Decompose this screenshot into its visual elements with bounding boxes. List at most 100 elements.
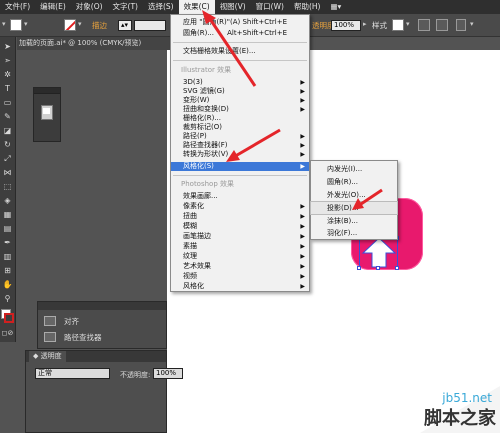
eraser-tool-icon[interactable]: ◪ — [2, 125, 13, 136]
submenu-arrow-icon: ▶ — [300, 263, 305, 270]
selection-tool-icon[interactable]: ➤ — [2, 41, 13, 52]
rectangle-tool-icon[interactable]: ▭ — [2, 97, 13, 108]
panel-thumbnail-inner — [43, 108, 50, 114]
gradient-tool-icon[interactable]: ▤ — [2, 223, 13, 234]
menu-item-sketch[interactable]: 素描 ▶ — [171, 242, 309, 251]
submenu-arrow-icon: ▶ — [300, 79, 305, 86]
menu-item-blur[interactable]: 模糊 ▶ — [171, 222, 309, 231]
graph-tool-icon[interactable]: ▥ — [2, 251, 13, 262]
opacity-field[interactable]: 100% — [331, 20, 361, 31]
selection-edge-right — [397, 238, 398, 268]
pencil-tool-icon[interactable]: ✎ — [2, 111, 13, 122]
type-tool-icon[interactable]: T — [2, 83, 13, 94]
dock-item-align[interactable]: 对齐 — [44, 314, 79, 328]
more-options-icon[interactable]: ▾ — [470, 20, 474, 34]
workspace-switcher-icon[interactable]: ▦▾ — [325, 0, 346, 14]
eyedropper-tool-icon[interactable]: ✒ — [2, 237, 13, 248]
submenu-arrow-icon: ▶ — [300, 142, 305, 149]
style-swatch[interactable] — [392, 19, 404, 31]
menu-item-distort-transform[interactable]: 扭曲和变换(D) ▶ — [171, 105, 309, 114]
mesh-tool-icon[interactable]: ▦ — [2, 209, 13, 220]
free-transform-tool-icon[interactable]: ⬚ — [2, 181, 13, 192]
submenu-item-feather[interactable]: 羽化(F)... — [311, 227, 397, 239]
style-dropdown-icon[interactable]: ▾ — [406, 20, 410, 34]
menu-item-label: 纹理 — [183, 252, 197, 260]
zoom-tool-icon[interactable]: ⚲ — [2, 293, 13, 304]
menu-item-pixelate[interactable]: 像素化 ▶ — [171, 202, 309, 211]
selection-handle-bottom[interactable] — [376, 266, 380, 270]
menu-edit[interactable]: 编辑(E) — [35, 0, 71, 14]
stroke-swatch[interactable] — [64, 19, 76, 31]
menu-separator — [173, 175, 307, 176]
tab-transparency-label: 透明度 — [40, 352, 62, 360]
menu-item-label: 艺术效果 — [183, 262, 211, 270]
dock-item-label: 对齐 — [64, 316, 79, 326]
stroke-color-icon[interactable] — [4, 313, 14, 323]
menu-item-texture[interactable]: 纹理 ▶ — [171, 252, 309, 261]
tab-transparency[interactable]: ◆ 透明度 — [29, 351, 66, 362]
floating-panel-header[interactable] — [34, 88, 60, 94]
document-setup-icon[interactable] — [418, 19, 430, 31]
menu-item-label: 效果画廊... — [183, 192, 218, 200]
selection-handle-bl[interactable] — [357, 266, 361, 270]
menu-item-label: 扭曲 — [183, 212, 197, 220]
menu-item-label: 转换为形状(V) — [183, 150, 229, 158]
stroke-weight-dropdown[interactable] — [134, 20, 166, 31]
menu-item-brush-strokes[interactable]: 画笔描边 ▶ — [171, 232, 309, 241]
color-mode-icon[interactable]: ◻⊘ — [2, 327, 14, 338]
shape-builder-tool-icon[interactable]: ◈ — [2, 195, 13, 206]
arrow-up-icon — [361, 237, 397, 268]
submenu-arrow-icon: ▶ — [300, 151, 305, 158]
submenu-arrow-icon: ▶ — [300, 106, 305, 113]
opacity-label: 不透明度: — [120, 371, 151, 379]
menu-item-effect-gallery[interactable]: 效果画廊... — [171, 192, 309, 201]
menu-object[interactable]: 对象(O) — [71, 0, 108, 14]
opacity-input[interactable]: 100% — [153, 368, 183, 379]
menu-select[interactable]: 选择(S) — [143, 0, 179, 14]
width-tool-icon[interactable]: ⋈ — [2, 167, 13, 178]
align-icon[interactable] — [456, 19, 466, 31]
hand-tool-icon[interactable]: ✋ — [2, 279, 13, 290]
preferences-icon[interactable] — [436, 19, 448, 31]
fill-swatch[interactable] — [10, 19, 22, 31]
align-panel-icon — [44, 316, 56, 326]
watermark-name: 脚本之家 — [424, 408, 496, 429]
menu-item-label: 栅格化(R)... — [183, 114, 222, 122]
watermark-site: jb51.net — [442, 391, 492, 405]
menu-file[interactable]: 文件(F) — [0, 0, 35, 14]
menu-item-warp[interactable]: 变形(W) ▶ — [171, 96, 309, 105]
menu-item-label: 风格化 — [183, 282, 204, 290]
menu-item-artistic[interactable]: 艺术效果 ▶ — [171, 262, 309, 271]
blend-mode-select[interactable]: 正常 — [35, 368, 110, 379]
annotation-arrow-to-stylize — [226, 128, 281, 162]
selection-handle-br[interactable] — [395, 266, 399, 270]
rotate-tool-icon[interactable]: ↻ — [2, 139, 13, 150]
menu-item-rasterize[interactable]: 栅格化(R)... — [171, 114, 309, 123]
artboard-tool-icon[interactable]: ⊞ — [2, 265, 13, 276]
menu-item-label: 素描 — [183, 242, 197, 250]
submenu-arrow-icon: ▶ — [300, 223, 305, 230]
direct-selection-tool-icon[interactable]: ➣ — [2, 55, 13, 66]
dock-panel: 对齐 路径查找器 — [37, 301, 167, 349]
floating-panel[interactable] — [33, 87, 61, 142]
menu-help[interactable]: 帮助(H) — [289, 0, 326, 14]
style-label: 样式 — [372, 21, 387, 30]
submenu-item-round-corners[interactable]: 圆角(R)... — [311, 176, 397, 188]
submenu-item-scribble[interactable]: 涂抹(B)... — [311, 215, 397, 227]
dock-item-pathfinder[interactable]: 路径查找器 — [44, 330, 102, 344]
stroke-weight-field[interactable]: ▴▾ — [118, 20, 132, 31]
menu-type[interactable]: 文字(T) — [108, 0, 143, 14]
magic-wand-tool-icon[interactable]: ✲ — [2, 69, 13, 80]
stroke-dropdown-icon[interactable]: ▾ — [78, 20, 82, 34]
dock-panel-header[interactable] — [38, 302, 166, 310]
stroke-label[interactable]: 描边 — [92, 20, 107, 34]
selection-dropdown-icon[interactable]: ▾ — [2, 20, 6, 34]
scale-tool-icon[interactable]: ⤢ — [2, 153, 13, 164]
fill-dropdown-icon[interactable]: ▾ — [24, 20, 28, 34]
menu-item-stylize-ps[interactable]: 风格化 ▶ — [171, 282, 309, 291]
menu-item-video[interactable]: 视频 ▶ — [171, 272, 309, 281]
opacity-dropdown-icon[interactable]: ▸ — [363, 20, 367, 34]
submenu-item-inner-glow[interactable]: 内发光(I)... — [311, 163, 397, 175]
menu-item-distort[interactable]: 扭曲 ▶ — [171, 212, 309, 221]
document-tab[interactable]: 加载的页面.ai* @ 100% (CMYK/预览) — [17, 37, 170, 50]
